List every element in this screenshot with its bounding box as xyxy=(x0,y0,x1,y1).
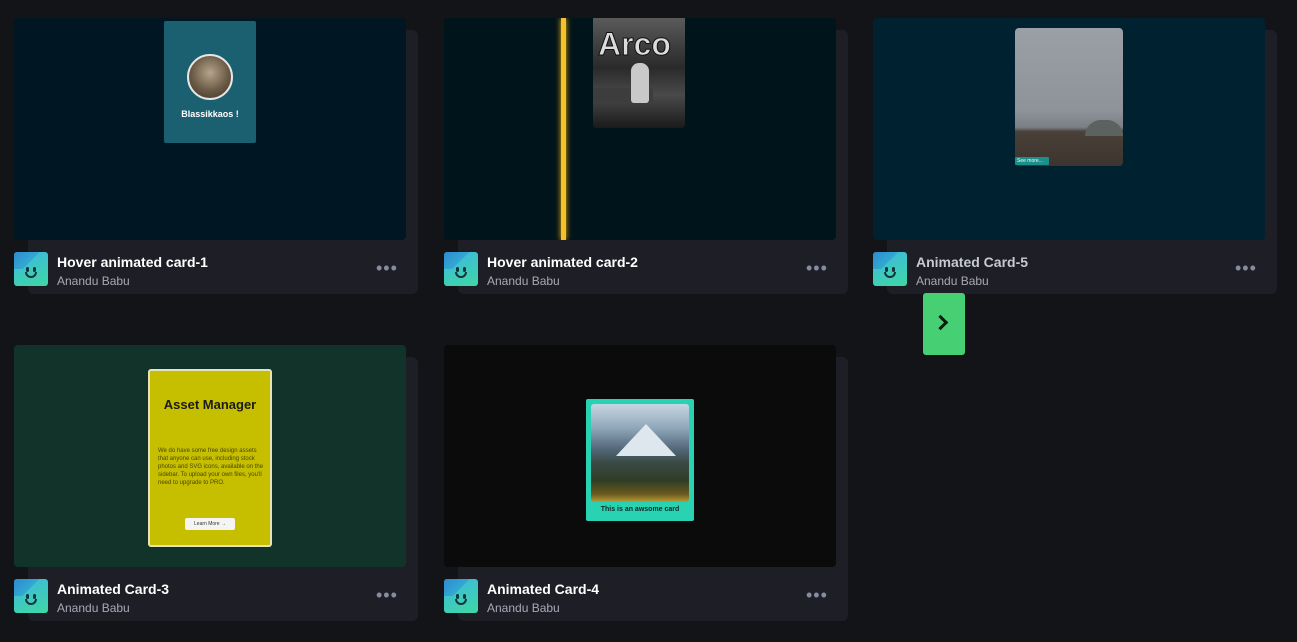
ellipsis-icon[interactable]: ••• xyxy=(376,586,398,604)
card-author[interactable]: Anandu Babu xyxy=(916,274,989,288)
preview-label: Arco xyxy=(598,26,672,63)
preview-photo: Arco xyxy=(593,18,685,128)
learn-more-button: Learn More → xyxy=(185,518,235,530)
light-beam xyxy=(561,18,566,240)
card-title[interactable]: Animated Card-5 xyxy=(916,254,1028,270)
card-author[interactable]: Anandu Babu xyxy=(57,274,130,288)
card-preview[interactable]: Blassikkaos ! xyxy=(14,18,406,240)
card-author[interactable]: Anandu Babu xyxy=(487,601,560,615)
ellipsis-icon[interactable]: ••• xyxy=(376,259,398,277)
user-avatar[interactable] xyxy=(14,252,48,286)
see-more-label: See more... xyxy=(1015,157,1049,165)
pen-card: Blassikkaos ! Hover animated card-1 Anan… xyxy=(14,18,418,296)
card-preview[interactable]: Arco xyxy=(444,18,836,240)
ellipsis-icon[interactable]: ••• xyxy=(806,586,828,604)
preview-photo xyxy=(591,404,689,502)
pen-card: See more... Animated Card-5 Anandu Babu … xyxy=(873,18,1277,296)
card-title[interactable]: Hover animated card-1 xyxy=(57,254,208,270)
card-author[interactable]: Anandu Babu xyxy=(487,274,560,288)
card-preview[interactable]: This is an awsome card xyxy=(444,345,836,567)
user-avatar[interactable] xyxy=(444,579,478,613)
preview-heading: Asset Manager xyxy=(163,397,257,412)
ellipsis-icon[interactable]: ••• xyxy=(806,259,828,277)
preview-body: We do have some free design assets that … xyxy=(158,448,264,486)
card-title[interactable]: Animated Card-3 xyxy=(57,581,169,597)
card-author[interactable]: Anandu Babu xyxy=(57,601,130,615)
pen-grid: Blassikkaos ! Hover animated card-1 Anan… xyxy=(0,0,1297,642)
pen-card: Arco Hover animated card-2 Anandu Babu •… xyxy=(444,18,848,296)
card-preview[interactable]: Asset Manager We do have some free desig… xyxy=(14,345,406,567)
profile-image xyxy=(187,54,233,100)
preview-label: Blassikkaos ! xyxy=(181,109,239,119)
user-avatar[interactable] xyxy=(444,252,478,286)
pen-card: This is an awsome card Animated Card-4 A… xyxy=(444,345,848,623)
pen-card: Asset Manager We do have some free desig… xyxy=(14,345,418,623)
preview-label: This is an awsome card xyxy=(600,506,680,513)
user-avatar[interactable] xyxy=(14,579,48,613)
preview-photo: See more... xyxy=(1015,28,1123,166)
card-title[interactable]: Hover animated card-2 xyxy=(487,254,638,270)
card-title[interactable]: Animated Card-4 xyxy=(487,581,599,597)
next-page-button[interactable] xyxy=(923,293,965,355)
card-preview[interactable]: See more... xyxy=(873,18,1265,240)
ellipsis-icon[interactable]: ••• xyxy=(1235,259,1257,277)
chevron-right-icon xyxy=(932,314,949,331)
user-avatar[interactable] xyxy=(873,252,907,286)
